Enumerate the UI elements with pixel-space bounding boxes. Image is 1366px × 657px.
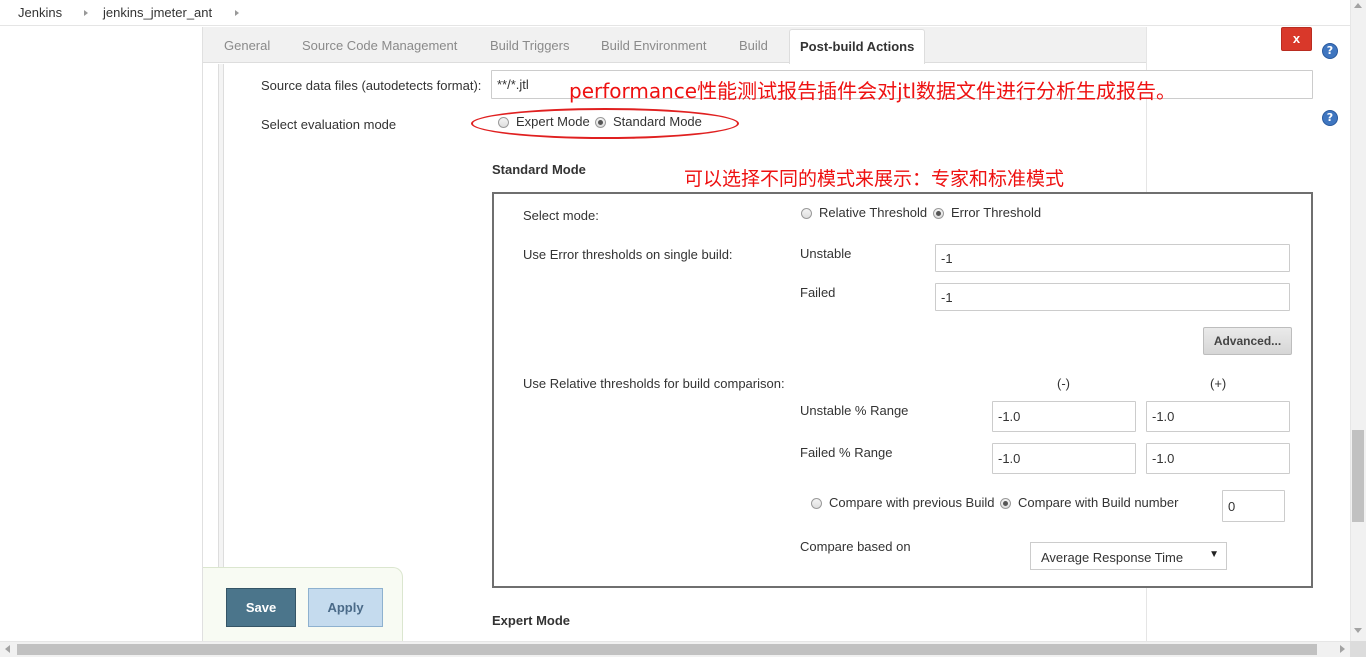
save-button[interactable]: Save (226, 588, 296, 627)
unstable-threshold-input[interactable]: -1 (935, 244, 1290, 272)
vertical-scrollbar-thumb[interactable] (1352, 430, 1364, 522)
highlight-ellipse (471, 108, 739, 139)
scroll-down-arrow-icon[interactable] (1354, 628, 1362, 633)
select-mode-label: Select mode: (523, 208, 599, 223)
error-threshold-radio[interactable] (933, 208, 944, 219)
failed-range-minus-input[interactable]: -1.0 (992, 443, 1136, 474)
unstable-range-plus-input[interactable]: -1.0 (1146, 401, 1290, 432)
compare-based-value: Average Response Time (1041, 550, 1184, 565)
compare-previous-build-radio[interactable] (811, 498, 822, 509)
failed-range-plus-input[interactable]: -1.0 (1146, 443, 1290, 474)
unstable-range-label: Unstable % Range (800, 403, 909, 418)
tab-build[interactable]: Build (739, 38, 768, 53)
build-number-input[interactable]: 0 (1222, 490, 1285, 522)
standard-mode-title: Standard Mode (492, 162, 586, 177)
tab-build-triggers[interactable]: Build Triggers (490, 38, 569, 53)
plus-column-header: (+) (1210, 376, 1227, 391)
failed-range-label: Failed % Range (800, 445, 893, 460)
unstable-range-minus-input[interactable]: -1.0 (992, 401, 1136, 432)
scroll-left-arrow-icon[interactable] (5, 645, 10, 653)
side-panel (0, 27, 203, 641)
compare-previous-build-label[interactable]: Compare with previous Build (829, 495, 994, 510)
horizontal-scrollbar-thumb[interactable] (17, 644, 1317, 655)
scroll-right-arrow-icon[interactable] (1340, 645, 1345, 653)
section-indent-bar (218, 64, 224, 641)
breadcrumb: Jenkins jenkins_jmeter_ant (0, 0, 1366, 26)
failed-label: Failed (800, 285, 836, 300)
vertical-scrollbar[interactable] (1350, 0, 1366, 641)
tab-general[interactable]: General (224, 38, 270, 53)
relative-thresholds-label: Use Relative thresholds for build compar… (523, 376, 785, 391)
minus-column-header: (-) (1057, 376, 1070, 391)
unstable-label: Unstable (800, 246, 852, 261)
help-icon[interactable]: ? (1322, 43, 1338, 59)
compare-based-select[interactable]: Average Response Time ▼ (1030, 542, 1227, 570)
help-icon[interactable]: ? (1322, 110, 1338, 126)
advanced-button[interactable]: Advanced... (1203, 327, 1292, 355)
scrollbar-corner (1350, 641, 1366, 657)
compare-build-number-label[interactable]: Compare with Build number (1018, 495, 1178, 510)
error-threshold-label[interactable]: Error Threshold (951, 205, 1041, 220)
breadcrumb-item-jenkins[interactable]: Jenkins (18, 5, 62, 20)
error-thresholds-label: Use Error thresholds on single build: (523, 247, 733, 262)
failed-threshold-input[interactable]: -1 (935, 283, 1290, 311)
breadcrumb-arrow-icon[interactable] (84, 10, 88, 16)
plugin-annotation: performance性能测试报告插件会对jtl数据文件进行分析生成报告。 (569, 79, 1177, 103)
relative-threshold-label[interactable]: Relative Threshold (819, 205, 927, 220)
dropdown-arrow-icon: ▼ (1209, 549, 1219, 560)
config-tab-bar: General Source Code Management Build Tri… (203, 27, 1146, 63)
tab-build-environment[interactable]: Build Environment (601, 38, 707, 53)
source-files-label: Source data files (autodetects format): (261, 78, 482, 93)
tab-post-build-actions[interactable]: Post-build Actions (789, 29, 926, 64)
mode-annotation: 可以选择不同的模式来展示：专家和标准模式 (684, 168, 1065, 190)
relative-threshold-radio[interactable] (801, 208, 812, 219)
apply-button[interactable]: Apply (308, 588, 383, 627)
evaluation-mode-label: Select evaluation mode (261, 117, 397, 132)
compare-build-number-radio[interactable] (1000, 498, 1011, 509)
tab-source-code-management[interactable]: Source Code Management (302, 38, 457, 53)
compare-based-label: Compare based on (800, 539, 911, 554)
breadcrumb-arrow-icon[interactable] (235, 10, 239, 16)
breadcrumb-item-job[interactable]: jenkins_jmeter_ant (103, 5, 212, 20)
scroll-up-arrow-icon[interactable] (1354, 3, 1362, 8)
delete-step-button[interactable]: x (1281, 27, 1312, 51)
expert-mode-title: Expert Mode (492, 613, 571, 628)
